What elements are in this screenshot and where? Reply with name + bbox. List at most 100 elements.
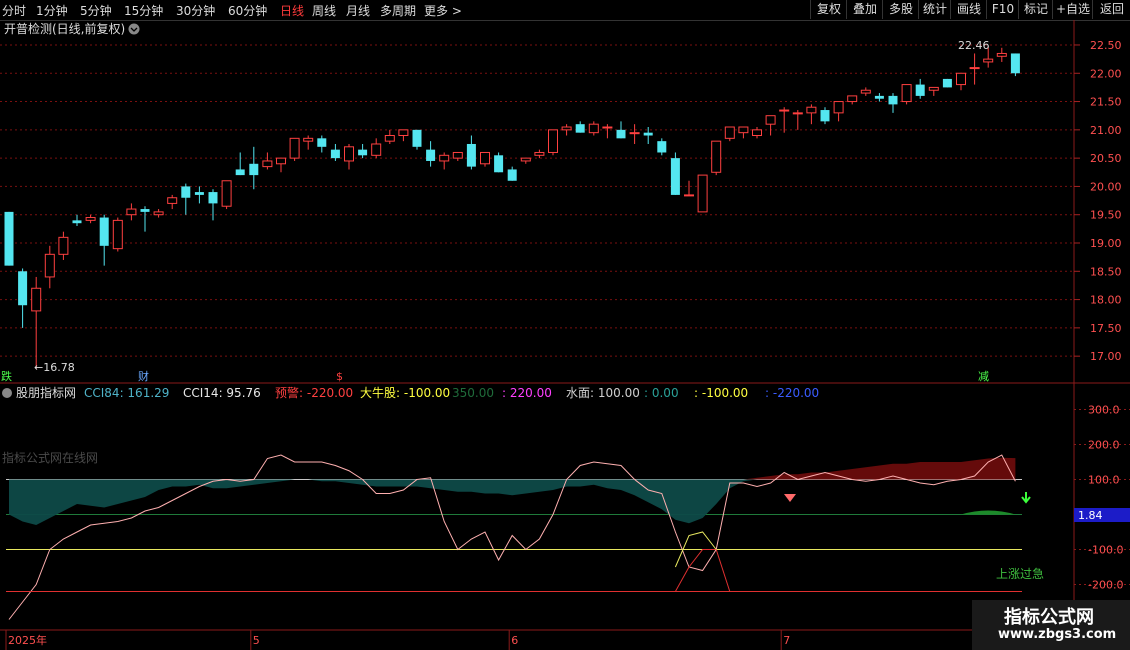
price-tick-label: 22.50 <box>1090 39 1122 52</box>
candle-body-up <box>983 58 994 63</box>
candle-body-up <box>344 146 354 162</box>
marker-cai: 财 <box>138 369 149 383</box>
indicator-item: CCI84: 161.29 <box>84 386 169 400</box>
tab-15min[interactable]: 15分钟 <box>124 2 163 19</box>
site-watermark: 指标公式网在线网 <box>2 450 98 465</box>
indicator-tick-label: 100.0 <box>1088 474 1120 487</box>
indicator-dropdown-icon[interactable] <box>2 388 12 398</box>
candle-body-up <box>58 236 69 255</box>
candle-body-down <box>616 129 626 139</box>
candle-body-up <box>276 157 286 165</box>
price-tick-label: 20.50 <box>1090 152 1122 165</box>
candle-body-up <box>806 106 817 114</box>
candle-body-up <box>901 84 912 103</box>
indicator-item: 预警: -220.00 <box>275 385 353 400</box>
add-watchlist-button[interactable]: +自选 <box>1052 0 1093 19</box>
candle-body-up <box>289 137 300 159</box>
candle-body-up <box>956 72 966 86</box>
candle-body-up <box>371 143 382 156</box>
mark-button[interactable]: 标记 <box>1018 0 1053 19</box>
candle-body-up <box>303 137 314 142</box>
tab-multi-period[interactable]: 多周期 <box>380 2 416 19</box>
candle-body-down <box>4 211 14 266</box>
stock-title: 开普检测(日线,前复权) <box>4 21 125 36</box>
candle-body-down <box>888 95 898 105</box>
candle-body-up <box>833 101 844 114</box>
candle-body-up <box>167 197 178 204</box>
current-value: 1.84 <box>1078 509 1103 522</box>
tab-monthly[interactable]: 月线 <box>346 2 370 19</box>
draw-line-button[interactable]: 画线 <box>950 0 987 19</box>
candle-body-down <box>657 141 667 153</box>
stats-button[interactable]: 统计 <box>918 0 951 19</box>
indicator-tick-label: -200.0 <box>1088 579 1123 592</box>
tab-60min[interactable]: 60分钟 <box>228 2 267 19</box>
series-line-warning <box>9 549 1016 592</box>
candle-body-up <box>480 151 490 165</box>
marker-jian: 减 <box>978 370 989 383</box>
indicator-item: : -220.00 <box>765 386 819 400</box>
price-tick-label: 22.00 <box>1090 67 1122 80</box>
cci84-water-fill <box>9 479 1016 525</box>
candle-body-up <box>452 151 463 159</box>
date-tick-label: 7 <box>783 634 790 647</box>
candle-body-down <box>426 149 436 161</box>
tab-30min[interactable]: 30分钟 <box>176 2 215 19</box>
candle-body-up <box>996 52 1007 57</box>
site-logo-url: www.zbgs3.com <box>998 627 1117 642</box>
indicator-item: : -100.00 <box>694 386 748 400</box>
candle-body-up <box>221 180 232 207</box>
indicator-tick-label: -100.0 <box>1088 544 1123 557</box>
green-signal-fill <box>961 510 1016 515</box>
indicator-values: CCI84: 161.29 CCI14: 95.76 预警: -220.00 大牛股:… <box>84 385 819 400</box>
f10-button[interactable]: F10 <box>986 0 1019 19</box>
candle-body-up <box>439 154 450 162</box>
multi-stock-button[interactable]: 多股 <box>882 0 919 19</box>
tab-daily[interactable]: 日线 <box>280 2 304 19</box>
candle-body-up <box>724 126 735 139</box>
candle-body-up <box>31 287 42 312</box>
price-tick-label: 19.00 <box>1090 237 1122 250</box>
candle-body-down <box>507 169 517 181</box>
indicator-item: 水面: 100.00 <box>566 386 640 400</box>
candle-body-down <box>194 192 204 195</box>
candle-body-up <box>928 86 939 91</box>
tab-intraday[interactable]: 分时 <box>2 2 26 19</box>
marker-dollar: $ <box>336 370 343 383</box>
tab-1min[interactable]: 1分钟 <box>36 2 68 19</box>
back-button[interactable]: 返回 <box>1092 0 1130 19</box>
candle-body-up <box>860 89 871 94</box>
indicator-reference-lines <box>6 479 1022 592</box>
date-tick-label: 6 <box>511 634 518 647</box>
price-tick-label: 17.00 <box>1090 350 1122 363</box>
candle-body-down <box>330 149 340 159</box>
tab-weekly[interactable]: 周线 <box>312 2 336 19</box>
price-tick-label: 18.50 <box>1090 265 1122 278</box>
up-too-fast-label: 上涨过急 <box>996 566 1044 581</box>
candle-body-down <box>208 192 218 204</box>
title-dropdown-icon[interactable] <box>128 23 140 35</box>
candle-body-down <box>358 149 368 156</box>
candle-body-down <box>942 78 952 88</box>
tab-more[interactable]: 更多 > <box>424 2 462 19</box>
candle-body-up <box>792 112 803 115</box>
candle-body-down <box>466 143 476 167</box>
candle-body-up <box>588 123 599 134</box>
indicator-item: : 220.00 <box>502 386 552 400</box>
candle-body-up <box>44 253 55 278</box>
tab-5min[interactable]: 5分钟 <box>80 2 112 19</box>
indicator-tick-label: 200.0 <box>1088 439 1120 452</box>
chart-area[interactable]: 17.00 17.50 18.00 18.50 19.00 19.50 20.00 20.50… <box>0 20 1130 650</box>
overlay-button[interactable]: 叠加 <box>846 0 883 19</box>
price-tick-label: 21.00 <box>1090 124 1122 137</box>
candle-body-up <box>969 67 980 70</box>
candle-body-down <box>140 209 150 212</box>
marker-die: 跌 <box>1 369 12 383</box>
candle-body-down <box>494 155 504 173</box>
restore-rights-button[interactable]: 复权 <box>810 0 847 19</box>
candle-body-up <box>697 174 708 213</box>
indicator-name: 股朋指标网 <box>16 385 76 400</box>
candle-body-up <box>561 126 572 131</box>
candle-body-down <box>820 110 830 122</box>
indicator-item: CCI14: 95.76 <box>183 386 261 400</box>
